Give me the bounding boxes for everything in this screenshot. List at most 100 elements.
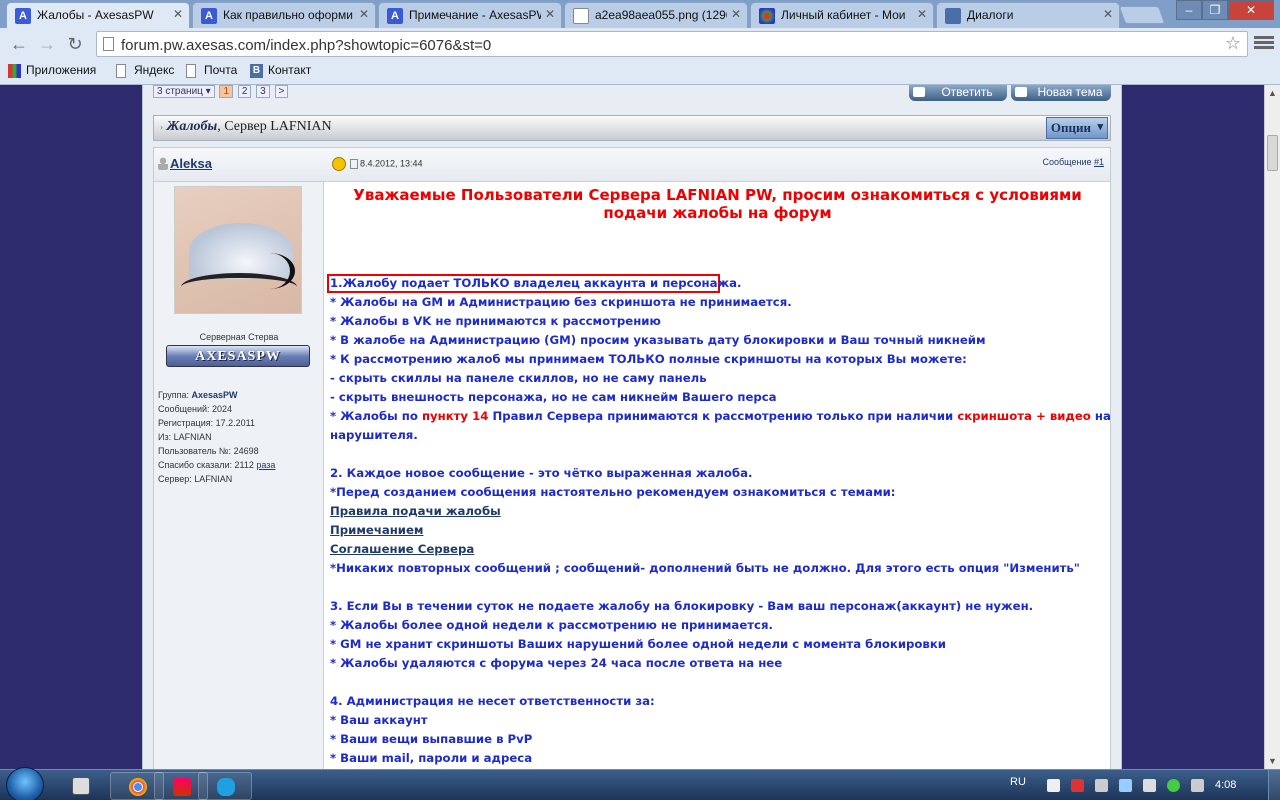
thanks-link[interactable]: раза [256,460,275,470]
rule-line: *Перед созданием сообщения настоятельно … [330,485,896,499]
close-tab-icon[interactable]: ✕ [545,7,555,21]
tab-dialogs[interactable]: Диалоги ✕ [936,2,1120,28]
tab-title: Личный кабинет - Мои [781,8,906,22]
bookmark-star-icon[interactable]: ☆ [1225,33,1241,54]
user-icon [158,157,168,170]
show-desktop-button[interactable] [1268,770,1280,800]
section-3-title: 3. Если Вы в течении суток не подаете жа… [330,599,1034,613]
post: Aleksa 8.4.2012, 13:44 Сообщение #1 Серв… [153,147,1111,769]
close-tab-icon[interactable]: ✕ [173,7,183,21]
tab-cabinet[interactable]: Личный кабинет - Мои ✕ [750,2,934,28]
smiley-icon [332,157,346,171]
scroll-up-icon[interactable]: ▲ [1268,88,1277,98]
forum-container: 3 страниц ▾ 1 2 3 > Ответить Новая тема … [142,85,1122,769]
clock[interactable]: 4:08 [1215,779,1236,791]
rules-link[interactable]: Правила подачи жалобы [330,504,501,518]
new-tab-button[interactable] [1118,6,1166,24]
bookmark-apps[interactable]: Приложения [8,63,97,78]
volume-icon[interactable] [1143,779,1156,792]
rule-line: * Жалобы в VK не принимаются к рассмотре… [330,314,661,328]
flag-icon[interactable] [1047,779,1060,792]
tab-note[interactable]: A Примечание - AxesasPW ✕ [378,2,562,28]
maximize-button[interactable]: ❐ [1202,0,1228,20]
taskbar-skype[interactable] [198,772,252,800]
post-number-link[interactable]: #1 [1094,157,1104,167]
tab-image[interactable]: a2ea98aea055.png (1296 ✕ [564,2,748,28]
close-tab-icon[interactable]: ✕ [917,7,927,21]
bookmark-label: Приложения [26,63,97,77]
page-1-link[interactable]: 1 [219,85,234,98]
vertical-scrollbar[interactable]: ▲ ▼ [1264,85,1280,769]
rule-line: * Жалобы удаляются с форума через 24 час… [330,656,783,670]
bookmark-label: Яндекс [134,63,175,77]
language-indicator[interactable]: RU [1010,776,1026,788]
avatar [174,186,302,314]
skype-icon [217,778,235,796]
info-label: Регистрация: [158,418,216,428]
tab-how-to[interactable]: A Как правильно оформи ✕ [192,2,376,28]
tab-complaints[interactable]: A Жалобы - AxesasPW ✕ [6,2,190,28]
dialogs-favicon-icon [945,8,961,24]
image-file-icon [573,8,589,24]
network-icon[interactable] [1119,779,1132,792]
pagination: 3 страниц ▾ 1 2 3 > [153,85,290,98]
note-link[interactable]: Примечанием [330,523,423,537]
reload-icon[interactable]: ↻ [64,33,86,55]
rule-line: * GM не хранит скриншоты Ваших нарушений… [330,637,946,651]
address-bar[interactable]: forum.pw.axesas.com/index.php?showtopic=… [96,31,1248,57]
link-line: Соглашение Сервера [330,540,474,559]
close-tab-icon[interactable]: ✕ [731,7,741,21]
bookmark-yandex[interactable]: Яндекс [116,63,175,78]
update-icon[interactable] [1167,779,1180,792]
author-sidebar: Серверная Стерва AXESASPW Группа: Axesas… [154,182,324,769]
post-heading: Уважаемые Пользователи Сервера LAFNIAN P… [353,186,1082,222]
text: * Жалобы по [330,409,422,423]
agreement-link[interactable]: Соглашение Сервера [330,542,474,556]
post-author-link[interactable]: Aleksa [158,156,212,171]
url-text[interactable]: forum.pw.axesas.com/index.php?showtopic=… [121,37,491,54]
forward-arrow-icon[interactable]: → [36,33,58,55]
new-topic-button[interactable]: Новая тема [1011,85,1111,101]
bookmark-mail[interactable]: Почта [186,63,237,78]
page-3-link[interactable]: 3 [256,85,270,98]
info-label: Пользователь №: [158,446,234,456]
info-value: LAFNIAN [194,474,233,484]
info-value: 17.2.2011 [215,418,255,428]
rule-line: * Ваши вещи выпавшие в PvP [330,732,533,746]
post-body: Уважаемые Пользователи Сервера LAFNIAN P… [325,182,1111,769]
page-2-link[interactable]: 2 [237,85,252,98]
tab-title: a2ea98aea055.png (1296 [595,8,727,22]
pages-dropdown[interactable]: 3 страниц ▾ [153,85,215,98]
start-button[interactable] [6,767,44,800]
minimize-button[interactable]: – [1176,0,1202,20]
axesas-favicon-icon: A [201,8,217,24]
thread-forum-name[interactable]: Жалобы [167,119,218,134]
options-button[interactable]: Опции [1045,117,1108,139]
info-value: 24698 [233,446,259,456]
tab-title: Примечание - AxesasPW [409,8,541,22]
section-4-title: 4. Администрация не несет ответственност… [330,694,655,708]
section-2-title: 2. Каждое новое сообщение - это чётко вы… [330,466,753,480]
signal-icon[interactable] [1191,779,1204,792]
close-tab-icon[interactable]: ✕ [1103,7,1113,21]
close-tab-icon[interactable]: ✕ [359,7,369,21]
rule-line: *Никаких повторных сообщений ; сообщений… [330,561,1080,575]
browser-chrome: A Жалобы - AxesasPW ✕ A Как правильно оф… [0,0,1280,85]
thread-title-bar: › Жалобы, Сервер LAFNIAN Опции [153,115,1111,141]
bookmark-vk[interactable]: B Контакт [250,63,311,78]
mute-icon[interactable] [1071,779,1084,792]
new-topic-label: Новая тема [1037,85,1103,99]
back-arrow-icon[interactable]: ← [8,33,30,55]
axesas-favicon-icon: A [15,8,31,24]
thread-title: › Жалобы, Сервер LAFNIAN [160,119,332,134]
chrome-menu-icon[interactable] [1254,34,1274,52]
next-page-link[interactable]: > [274,85,289,98]
reply-button[interactable]: Ответить [909,85,1007,101]
close-window-button[interactable]: ✕ [1228,0,1274,20]
taskbar-explorer[interactable] [54,772,108,800]
clipboard-icon[interactable] [1095,779,1108,792]
axesas-favicon-icon: A [387,8,403,24]
scroll-down-icon[interactable]: ▼ [1268,756,1277,766]
pages-label: 3 страниц [157,86,203,97]
scroll-thumb[interactable] [1267,135,1278,171]
